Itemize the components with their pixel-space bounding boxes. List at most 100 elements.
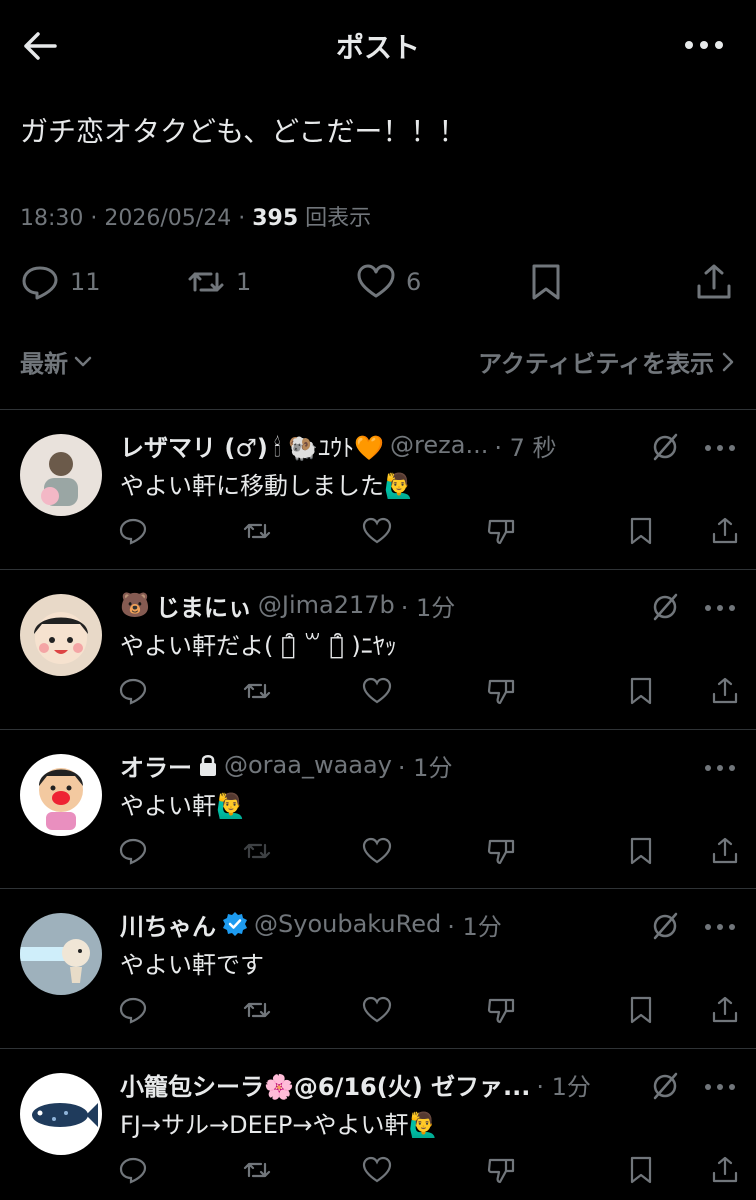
- repost-button[interactable]: 1: [186, 255, 251, 309]
- reply-count: 11: [70, 268, 101, 296]
- more-options-icon[interactable]: [682, 30, 726, 60]
- avatar[interactable]: [20, 434, 102, 516]
- share-icon[interactable]: [710, 1155, 740, 1185]
- thumbs-down-icon[interactable]: [486, 1155, 516, 1185]
- reply-item[interactable]: 🐻 じまにぃ @Jima217b · 1分 やよい軒だよ( ꒪͒ ꒳ ꒪͒ )ﾆ…: [0, 570, 756, 728]
- repost-icon[interactable]: [242, 676, 272, 706]
- reply-item[interactable]: 小籠包シーラ🌸@6/16(火) ゼファ... · 1分 FJ→サル→DEEP→や…: [0, 1049, 756, 1200]
- thumbs-down-icon[interactable]: [486, 836, 516, 866]
- more-options-icon[interactable]: [704, 1077, 736, 1097]
- reply-icon[interactable]: [118, 1155, 148, 1185]
- heart-icon[interactable]: [362, 1155, 392, 1185]
- repost-icon[interactable]: [242, 995, 272, 1025]
- reply-text: やよい軒🙋‍♂️: [120, 792, 246, 820]
- post-meta: 18:30 · 2026/05/24 · 395 回表示: [20, 206, 372, 231]
- reply-item[interactable]: レザマリ (♂) 🕯 🐏ﾕｳﾄ🧡 @reza... · 7 秒 やよい軒に移動し…: [0, 410, 756, 568]
- thumbs-down-icon[interactable]: [486, 516, 516, 546]
- display-name[interactable]: 川ちゃん: [120, 907, 216, 941]
- lock-icon: [200, 755, 216, 776]
- reply-icon[interactable]: [118, 995, 148, 1025]
- more-options-icon[interactable]: [704, 438, 736, 458]
- handle[interactable]: @Jima217b: [258, 591, 395, 619]
- view-activity-link[interactable]: アクティビティを表示: [478, 344, 734, 379]
- more-options-icon[interactable]: [704, 917, 736, 937]
- bookmark-icon[interactable]: [626, 836, 656, 866]
- repost-icon: [188, 272, 224, 292]
- page-title: ポスト: [335, 31, 420, 64]
- grok-icon[interactable]: [650, 1071, 680, 1101]
- heart-icon[interactable]: [362, 995, 392, 1025]
- post-date: 2026/05/24: [104, 206, 232, 231]
- reply-icon[interactable]: [118, 516, 148, 546]
- share-button[interactable]: [694, 255, 734, 309]
- share-icon[interactable]: [710, 995, 740, 1025]
- views-count[interactable]: 395: [252, 206, 298, 231]
- heart-icon[interactable]: [362, 516, 392, 546]
- reply-header: 🐻 じまにぃ @Jima217b · 1分: [120, 588, 616, 622]
- display-name[interactable]: オラー: [120, 748, 192, 782]
- reply-actions: [0, 676, 756, 716]
- reply-actions: [0, 995, 756, 1035]
- handle[interactable]: @reza...: [390, 431, 488, 459]
- display-name[interactable]: レザマリ (♂): [120, 428, 268, 462]
- reply-text: やよい軒に移動しました🙋‍♂️: [120, 472, 414, 500]
- share-icon[interactable]: [710, 516, 740, 546]
- thumbs-down-icon[interactable]: [486, 676, 516, 706]
- handle[interactable]: @oraa_waaay: [224, 751, 392, 779]
- reply-item[interactable]: オラー @oraa_waaay · 1分 やよい軒🙋‍♂️: [0, 730, 756, 888]
- name-prefix-emoji: 🐻: [120, 591, 150, 619]
- reply-time: · 1分: [447, 912, 502, 941]
- heart-icon[interactable]: [362, 676, 392, 706]
- grok-icon[interactable]: [650, 592, 680, 622]
- reply-actions: [0, 836, 756, 876]
- view-activity-label: アクティビティを表示: [478, 350, 714, 378]
- avatar[interactable]: [20, 913, 102, 995]
- avatar[interactable]: [20, 754, 102, 836]
- more-options-icon[interactable]: [704, 758, 736, 778]
- like-button[interactable]: 6: [356, 255, 421, 309]
- sort-dropdown[interactable]: 最新: [20, 344, 92, 379]
- reply-time: · 1分: [397, 753, 453, 782]
- repost-icon[interactable]: [242, 516, 272, 546]
- verified-badge-icon: [223, 912, 247, 936]
- more-options-icon[interactable]: [704, 598, 736, 618]
- chevron-right-icon: [722, 352, 734, 371]
- chevron-down-icon: [74, 356, 92, 366]
- views-label: 回表示: [305, 206, 372, 231]
- reply-item[interactable]: 川ちゃん @SyoubakuRed · 1分 やよい軒です: [0, 889, 756, 1047]
- reply-icon[interactable]: [118, 676, 148, 706]
- display-name[interactable]: じまにぃ: [156, 588, 252, 622]
- top-bar: ポスト: [0, 0, 756, 92]
- bookmark-icon[interactable]: [626, 516, 656, 546]
- reply-button[interactable]: 11: [20, 255, 101, 309]
- grok-icon[interactable]: [650, 432, 680, 462]
- reply-actions: [0, 1155, 756, 1195]
- reply-icon[interactable]: [118, 836, 148, 866]
- bookmark-button[interactable]: [526, 255, 566, 309]
- sort-label: 最新: [20, 350, 68, 378]
- reply-text: やよい軒だよ( ꒪͒ ꒳ ꒪͒ )ﾆﾔｯ: [120, 632, 397, 660]
- name-emoji: 🕯 🐏ﾕｳﾄ🧡: [273, 433, 385, 462]
- share-icon[interactable]: [710, 676, 740, 706]
- avatar[interactable]: [20, 1073, 102, 1155]
- bookmark-icon[interactable]: [626, 995, 656, 1025]
- reply-header: レザマリ (♂) 🕯 🐏ﾕｳﾄ🧡 @reza... · 7 秒: [120, 428, 616, 462]
- reply-time: · 1分: [536, 1072, 591, 1101]
- display-name[interactable]: 小籠包シーラ🌸@6/16(火) ゼファ...: [120, 1067, 530, 1101]
- reply-actions: [0, 516, 756, 556]
- reply-header: 川ちゃん @SyoubakuRed · 1分: [120, 907, 616, 941]
- handle[interactable]: @SyoubakuRed: [254, 910, 441, 938]
- thumbs-down-icon[interactable]: [486, 995, 516, 1025]
- bookmark-icon[interactable]: [626, 676, 656, 706]
- bookmark-icon[interactable]: [626, 1155, 656, 1185]
- share-icon[interactable]: [710, 836, 740, 866]
- reply-text: やよい軒です: [120, 951, 264, 979]
- reply-header: 小籠包シーラ🌸@6/16(火) ゼファ... · 1分: [120, 1067, 606, 1101]
- repost-icon[interactable]: [242, 1155, 272, 1185]
- avatar[interactable]: [20, 594, 102, 676]
- heart-icon: [357, 264, 395, 298]
- heart-icon[interactable]: [362, 836, 392, 866]
- grok-icon[interactable]: [650, 911, 680, 941]
- post-time: 18:30: [20, 206, 84, 231]
- reply-icon: [22, 266, 58, 300]
